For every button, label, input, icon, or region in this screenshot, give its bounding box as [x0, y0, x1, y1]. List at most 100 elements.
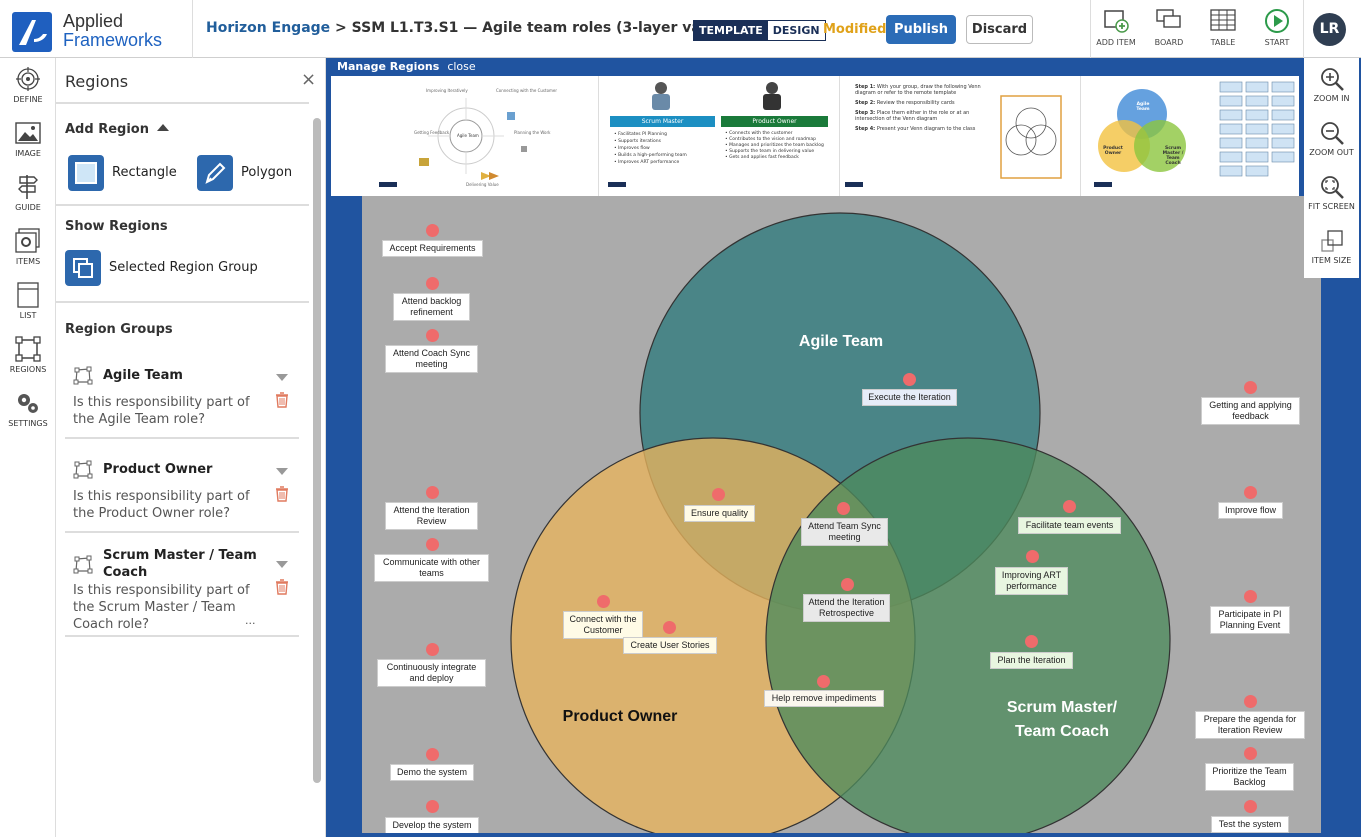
polygon-label[interactable]: Polygon	[241, 165, 292, 180]
card-communicate-other-teams[interactable]: Communicate with other teams	[374, 554, 489, 582]
region-group-product-owner[interactable]: Product Owner Is this responsibility par…	[56, 457, 299, 527]
card-facilitate-team-events[interactable]: Facilitate team events	[1018, 517, 1121, 534]
card-pin[interactable]	[426, 748, 439, 761]
region-group-agile-team[interactable]: Agile Team Is this responsibility part o…	[56, 363, 299, 433]
trash-icon[interactable]	[275, 579, 289, 595]
card-pin[interactable]	[426, 329, 439, 342]
breadcrumb-root-link[interactable]: Horizon Engage	[206, 20, 330, 36]
card-pin[interactable]	[426, 486, 439, 499]
slide-thumbnail-3[interactable]: Step 1: With your group, draw the follow…	[841, 76, 1081, 196]
card-develop-system[interactable]: Develop the system	[385, 817, 479, 833]
slide-thumbnail-2[interactable]: Scrum Master Product Owner • Facilitates…	[600, 76, 840, 196]
nav-image[interactable]: IMAGE	[0, 120, 56, 158]
mode-template-tab[interactable]: TEMPLATE	[694, 21, 768, 40]
card-participate-pi[interactable]: Participate in PI Planning Event	[1210, 606, 1290, 634]
card-attend-team-sync[interactable]: Attend Team Sync meeting	[801, 518, 888, 546]
card-pin[interactable]	[817, 675, 830, 688]
card-execute-iteration[interactable]: Execute the Iteration	[862, 389, 957, 406]
card-pin[interactable]	[426, 277, 439, 290]
start-button[interactable]: START	[1249, 8, 1305, 52]
card-pin[interactable]	[1244, 747, 1257, 760]
table-button[interactable]: TABLE	[1195, 8, 1251, 52]
card-prioritize-backlog[interactable]: Prioritize the Team Backlog	[1205, 763, 1294, 791]
card-demo-system[interactable]: Demo the system	[390, 764, 474, 781]
chevron-down-icon[interactable]	[276, 561, 288, 568]
card-pin[interactable]	[426, 643, 439, 656]
card-connect-customer[interactable]: Connect with the Customer	[563, 611, 643, 639]
card-prepare-agenda[interactable]: Prepare the agenda for Iteration Review	[1195, 711, 1305, 739]
card-attend-backlog-refinement[interactable]: Attend backlog refinement	[393, 293, 470, 321]
rectangle-label[interactable]: Rectangle	[112, 165, 177, 180]
card-pin[interactable]	[903, 373, 916, 386]
divider	[65, 635, 299, 637]
card-pin[interactable]	[1025, 635, 1038, 648]
nav-regions[interactable]: REGIONS	[0, 336, 56, 374]
selected-region-group-button[interactable]	[65, 250, 101, 286]
logo[interactable]: Applied Frameworks	[8, 8, 188, 52]
nav-list[interactable]: LIST	[0, 282, 56, 320]
target-icon	[16, 67, 40, 91]
card-pin[interactable]	[1026, 550, 1039, 563]
slide-thumbnail-1[interactable]: Improving Iteratively Connecting with th…	[331, 76, 599, 196]
nav-settings[interactable]: SETTINGS	[0, 390, 56, 428]
card-pin[interactable]	[837, 502, 850, 515]
card-test-system[interactable]: Test the system	[1211, 816, 1289, 833]
mode-design-tab[interactable]: DESIGN	[767, 21, 825, 40]
card-continuously-integrate[interactable]: Continuously integrate and deploy	[377, 659, 486, 687]
card-attend-retrospective[interactable]: Attend the Iteration Retrospective	[803, 594, 890, 622]
manage-regions-close-link[interactable]: close	[447, 60, 475, 73]
card-pin[interactable]	[426, 800, 439, 813]
trash-icon[interactable]	[275, 392, 289, 408]
slide-thumbnail-4[interactable]: Agile Team Product Owner Scrum Master / …	[1082, 76, 1299, 196]
fit-screen-button[interactable]: FIT SCREEN	[1304, 174, 1359, 211]
venn-canvas[interactable]: Agile Team Product Owner Scrum Master/ T…	[362, 196, 1321, 833]
card-attend-coach-sync[interactable]: Attend Coach Sync meeting	[385, 345, 478, 373]
trash-icon[interactable]	[275, 486, 289, 502]
close-icon[interactable]: ×	[301, 69, 316, 90]
nav-guide[interactable]: GUIDE	[0, 174, 56, 212]
chevron-down-icon[interactable]	[276, 374, 288, 381]
selected-region-group-label[interactable]: Selected Region Group	[109, 260, 258, 275]
add-item-button[interactable]: ADD ITEM	[1088, 8, 1144, 52]
card-ensure-quality[interactable]: Ensure quality	[684, 505, 755, 522]
panel-scrollbar[interactable]	[313, 118, 321, 783]
card-pin[interactable]	[1244, 590, 1257, 603]
card-accept-requirements[interactable]: Accept Requirements	[382, 240, 483, 257]
card-pin[interactable]	[1244, 486, 1257, 499]
card-attend-iteration-review[interactable]: Attend the Iteration Review	[385, 502, 478, 530]
thumb1-label-c: Planning the Work	[514, 130, 551, 135]
nav-define[interactable]: DEFINE	[0, 66, 56, 104]
nav-items[interactable]: ITEMS	[0, 228, 56, 266]
card-create-user-stories[interactable]: Create User Stories	[623, 637, 717, 654]
polygon-button[interactable]	[197, 155, 233, 191]
card-pin[interactable]	[841, 578, 854, 591]
card-pin[interactable]	[1244, 695, 1257, 708]
mode-toggle[interactable]: TEMPLATE DESIGN	[693, 20, 826, 41]
discard-button[interactable]: Discard	[966, 15, 1033, 44]
card-pin[interactable]	[426, 538, 439, 551]
more-ellipsis[interactable]: ...	[245, 614, 256, 627]
card-pin[interactable]	[426, 224, 439, 237]
card-pin[interactable]	[663, 621, 676, 634]
board-button[interactable]: BOARD	[1141, 8, 1197, 52]
card-pin[interactable]	[1063, 500, 1076, 513]
add-region-header[interactable]: Add Region	[65, 122, 169, 137]
region-group-scrum-master[interactable]: Scrum Master / Team Coach Is this respon…	[56, 546, 299, 628]
card-improving-art[interactable]: Improving ART performance	[995, 567, 1068, 595]
card-pin[interactable]	[1244, 381, 1257, 394]
card-pin[interactable]	[597, 595, 610, 608]
zoom-out-button[interactable]: ZOOM OUT	[1304, 120, 1359, 157]
card-improve-flow[interactable]: Improve flow	[1218, 502, 1283, 519]
card-plan-iteration[interactable]: Plan the Iteration	[990, 652, 1073, 669]
item-size-button[interactable]: ITEM SIZE	[1304, 228, 1359, 265]
card-help-remove-impediments[interactable]: Help remove impediments	[764, 690, 884, 707]
card-pin[interactable]	[712, 488, 725, 501]
card-getting-feedback[interactable]: Getting and applying feedback	[1201, 397, 1300, 425]
rectangle-button[interactable]	[68, 155, 104, 191]
publish-button[interactable]: Publish	[886, 15, 956, 44]
avatar[interactable]: LR	[1313, 13, 1346, 46]
zoom-in-button[interactable]: ZOOM IN	[1304, 66, 1359, 103]
app-window: Applied Frameworks Horizon Engage > SSM …	[0, 0, 1361, 837]
card-pin[interactable]	[1244, 800, 1257, 813]
chevron-down-icon[interactable]	[276, 468, 288, 475]
